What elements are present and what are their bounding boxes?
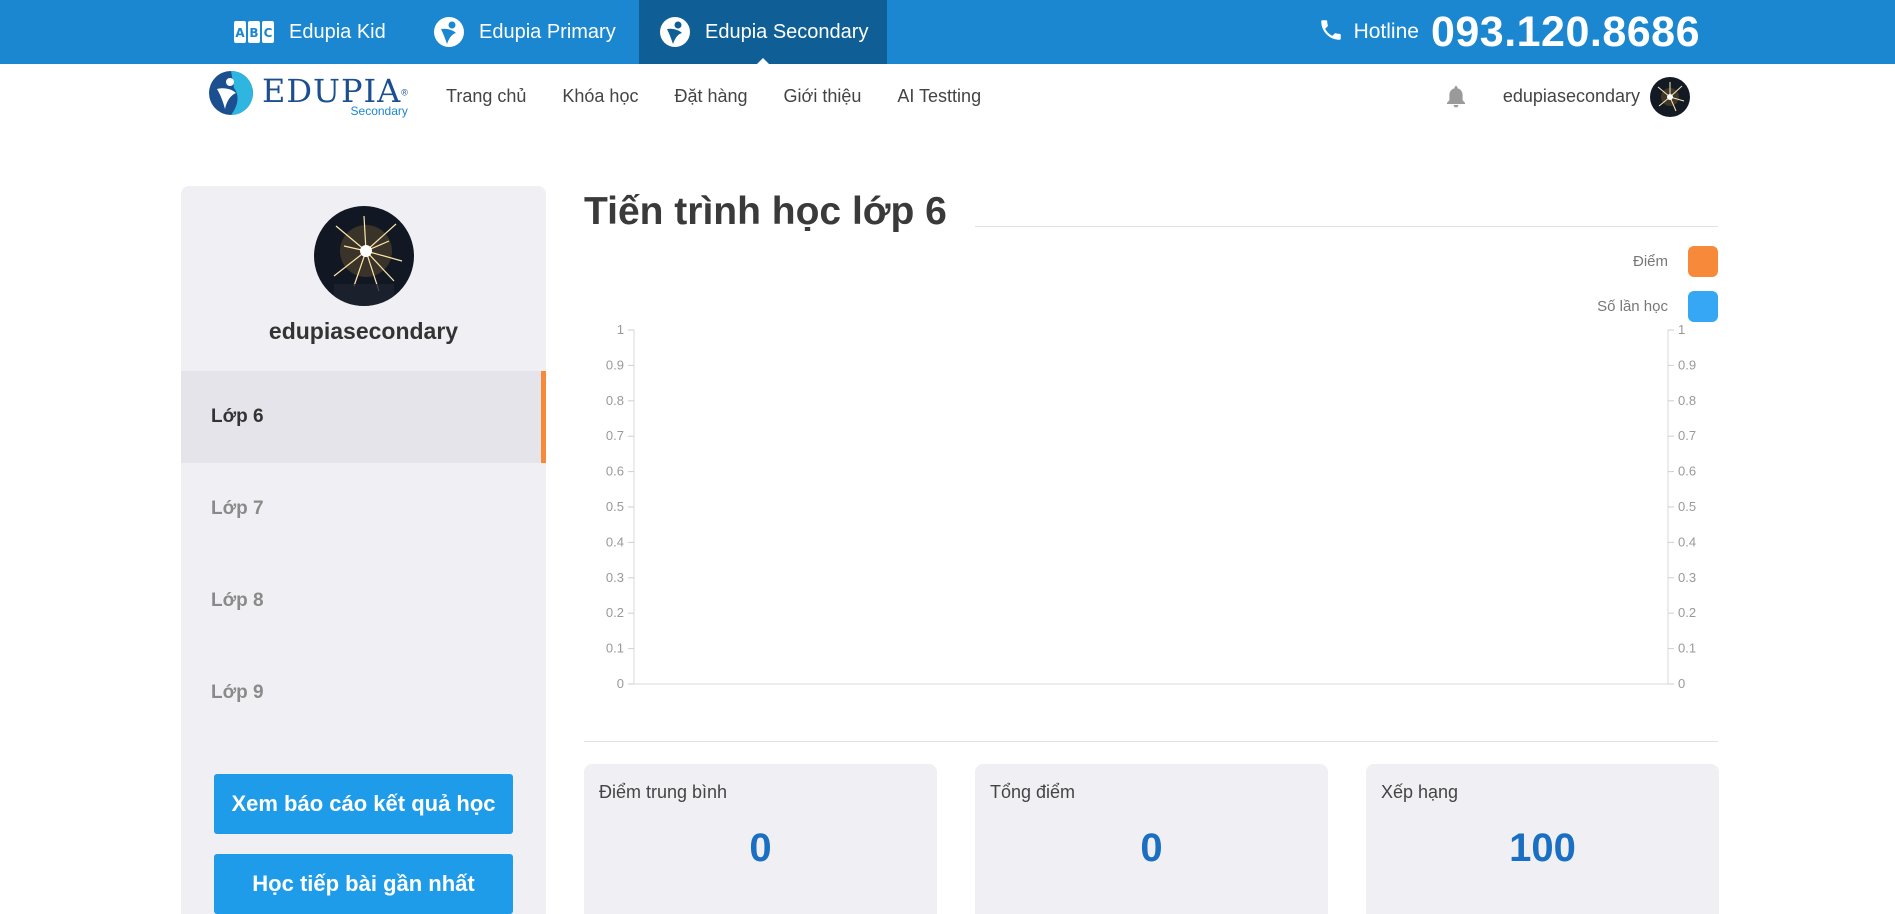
tab-label: Edupia Secondary (705, 20, 869, 43)
tab-label: Edupia Kid (289, 20, 386, 43)
stat-label: Xếp hạng (1381, 782, 1459, 802)
avatar[interactable] (1650, 76, 1690, 117)
page-title: Tiến trình học lớp 6 (584, 190, 947, 233)
y-tick-label-right: 0 (1678, 676, 1685, 691)
divider (975, 226, 1718, 227)
legend-swatch (1688, 246, 1718, 277)
sidebar-item-grade-9[interactable]: Lớp 9 (181, 647, 546, 739)
sidebar: edupiasecondary Lớp 6 Lớp 7 Lớp 8 Lớp 9 … (181, 186, 546, 914)
continue-lesson-button[interactable]: Học tiếp bài gần nhất (214, 854, 513, 914)
y-tick-label-left: 0.7 (606, 428, 624, 443)
y-tick-label-right: 0.4 (1678, 534, 1696, 549)
stat-label: Tổng điểm (990, 782, 1076, 802)
legend-item-diem[interactable]: Điểm (1633, 246, 1718, 277)
progress-chart: 0 0.1 0.2 0.3 0.4 0.5 0.6 0.7 0.8 0.9 1 0 0.1 0.2 0.3 0… (606, 322, 1696, 691)
y-tick-label-right: 0.5 (1678, 499, 1696, 514)
y-tick-label-left: 0.3 (606, 570, 624, 585)
phone-icon (1318, 17, 1344, 48)
edupia-logo-icon (208, 70, 254, 121)
profile-name: edupiasecondary (268, 318, 459, 344)
nav-link-home[interactable]: Trang chủ (446, 86, 526, 107)
sidebar-item-grade-7[interactable]: Lớp 7 (181, 463, 546, 555)
stat-card-rank: Xếp hạng 100 (1366, 764, 1719, 914)
hotline[interactable]: Hotline 093.120.8686 (1318, 0, 1700, 64)
nav-links: Trang chủ Khóa học Đặt hàng Giới thiệu A… (446, 64, 1017, 129)
y-tick-label-left: 0 (617, 676, 624, 691)
sidebar-item-grade-8[interactable]: Lớp 8 (181, 555, 546, 647)
nav-link-ai-testing[interactable]: AI Testting (897, 86, 981, 107)
tab-edupia-secondary[interactable]: Edupia Secondary (639, 0, 887, 65)
y-tick-label-left: 0.5 (606, 499, 624, 514)
svg-text:A: A (235, 26, 245, 40)
y-tick-label-left: 1 (617, 322, 624, 337)
tab-edupia-kid[interactable]: A B C Edupia Kid (233, 0, 386, 64)
stat-value: 0 (1140, 826, 1163, 870)
edupia-logo[interactable]: EDUPIA® Secondary (208, 70, 408, 121)
tab-edupia-primary[interactable]: Edupia Primary (433, 0, 616, 64)
tab-label: Edupia Primary (479, 20, 616, 43)
svg-text:B: B (249, 26, 258, 40)
edupia-mark-icon (433, 16, 465, 48)
nav-link-order[interactable]: Đặt hàng (674, 86, 747, 107)
username-link[interactable]: edupiasecondary (1503, 86, 1640, 107)
y-tick-label-left: 0.8 (606, 393, 624, 408)
user-area: edupiasecondary (1445, 64, 1690, 129)
bell-icon[interactable] (1445, 85, 1467, 109)
nav-link-about[interactable]: Giới thiệu (784, 86, 862, 107)
divider (584, 741, 1718, 742)
edupia-mark-icon (659, 16, 691, 48)
sidebar-item-grade-6[interactable]: Lớp 6 (181, 371, 546, 463)
y-tick-label-right: 0.7 (1678, 428, 1696, 443)
legend-label: Số lần học (1597, 298, 1668, 315)
hotline-number: 093.120.8686 (1430, 7, 1700, 56)
y-tick-label-right: 0.9 (1678, 357, 1696, 372)
main-navbar: EDUPIA® Secondary Trang chủ Khóa học Đặt… (0, 64, 1895, 129)
y-tick-label-right: 0.1 (1678, 641, 1696, 656)
stat-card-average: Điểm trung bình 0 (584, 764, 937, 914)
product-bar: A B C Edupia Kid Edupia Primary Edupia S… (0, 0, 1895, 65)
legend-label: Điểm (1632, 253, 1668, 270)
y-tick-label-left: 0.6 (606, 464, 624, 479)
y-tick-label-left: 0.9 (606, 357, 624, 372)
profile-card: edupiasecondary (181, 186, 546, 371)
abc-icon: A B C (233, 18, 275, 46)
stat-label: Điểm trung bình (599, 782, 728, 802)
nav-link-courses[interactable]: Khóa học (562, 86, 638, 107)
y-tick-label-right: 1 (1678, 322, 1685, 337)
y-tick-label-left: 0.1 (606, 641, 624, 656)
stat-value: 100 (1509, 826, 1576, 870)
stat-card-total: Tổng điểm 0 (975, 764, 1328, 914)
profile-avatar (313, 206, 414, 306)
y-tick-label-left: 0.2 (606, 605, 624, 620)
hotline-label: Hotline (1353, 20, 1419, 43)
y-tick-label-right: 0.6 (1678, 464, 1696, 479)
y-tick-label-right: 0.3 (1678, 570, 1696, 585)
y-tick-label-left: 0.4 (606, 534, 624, 549)
stat-value: 0 (749, 826, 772, 870)
view-report-button[interactable]: Xem báo cáo kết quả học (214, 774, 513, 834)
svg-text:C: C (264, 26, 273, 40)
y-tick-label-right: 0.8 (1678, 393, 1696, 408)
y-tick-label-right: 0.2 (1678, 605, 1696, 620)
